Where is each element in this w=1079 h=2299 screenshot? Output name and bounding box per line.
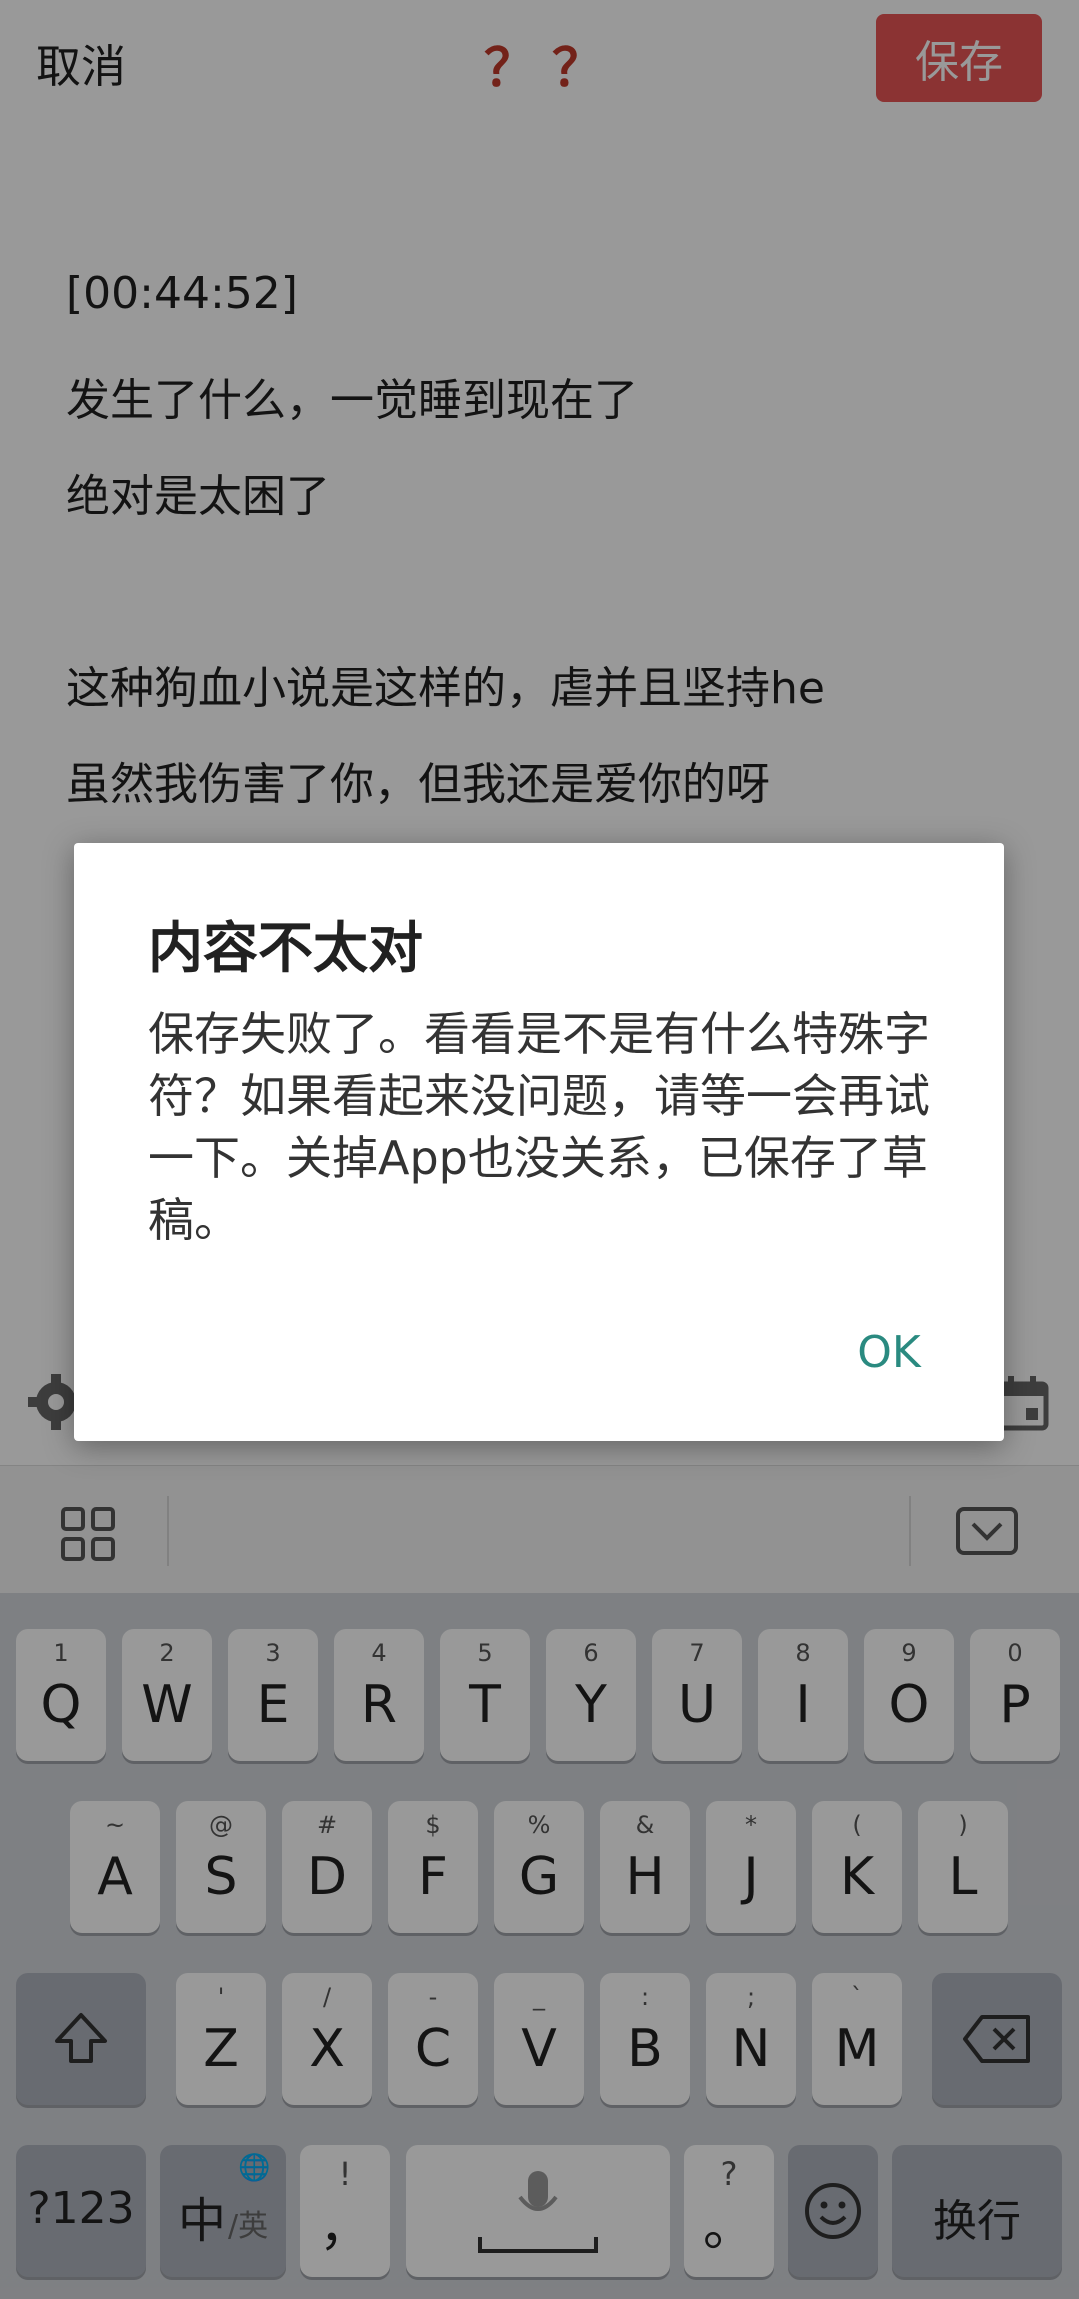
dialog-message: 保存失败了。看看是不是有什么特殊字符？如果看起来没问题，请等一会再试一下。关掉A… xyxy=(148,1007,930,1247)
dialog-title: 内容不太对 xyxy=(148,916,424,980)
error-dialog: 内容不太对 保存失败了。看看是不是有什么特殊字符？如果看起来没问题，请等一会再试… xyxy=(74,843,1004,1441)
ok-button[interactable]: OK xyxy=(814,1313,964,1393)
